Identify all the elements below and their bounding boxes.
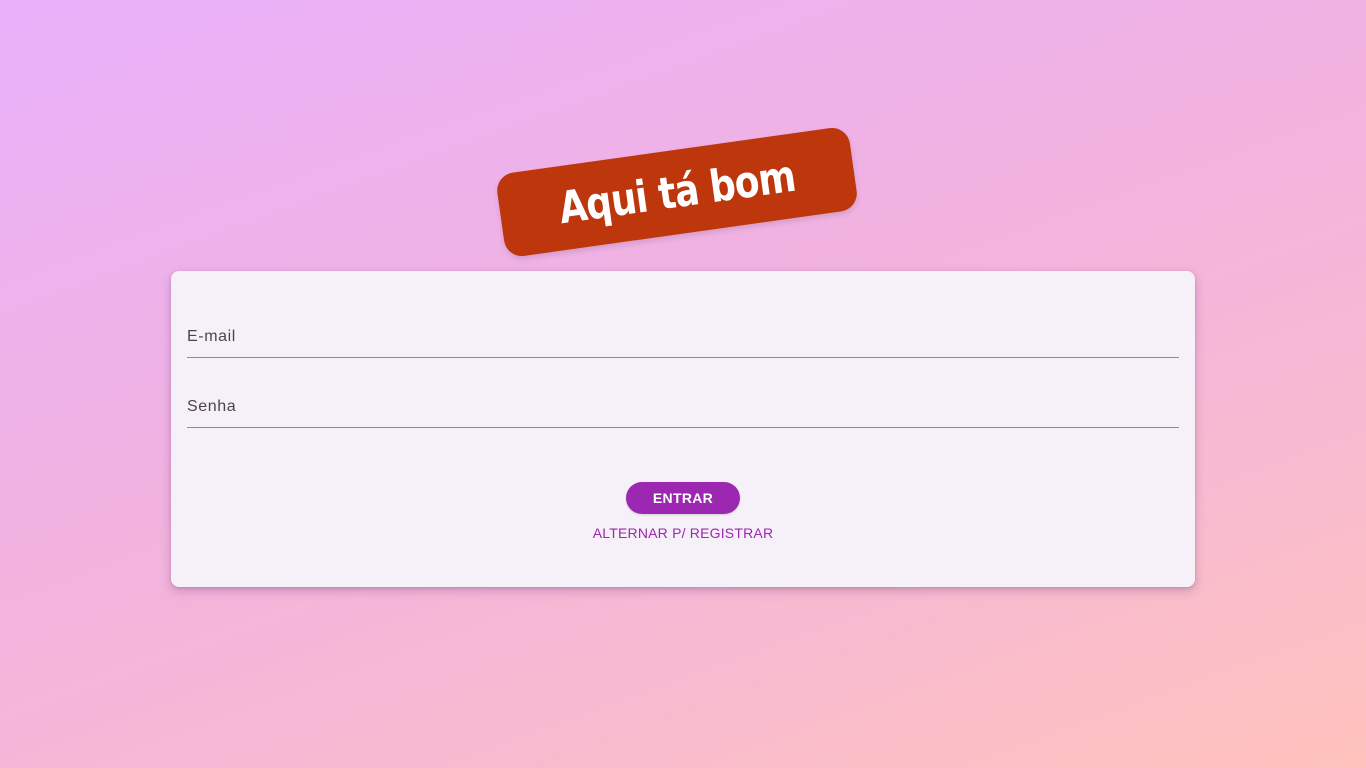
- password-field-container: [187, 387, 1179, 428]
- password-field[interactable]: [187, 387, 1179, 427]
- email-field-container: [187, 317, 1179, 358]
- email-field[interactable]: [187, 317, 1179, 357]
- login-card: ENTRAR ALTERNAR P/ REGISTRAR: [171, 271, 1195, 587]
- toggle-register-link[interactable]: ALTERNAR P/ REGISTRAR: [583, 523, 783, 543]
- login-button[interactable]: ENTRAR: [626, 482, 740, 514]
- logo-text: Aqui tá bom: [555, 150, 799, 234]
- logo-banner: Aqui tá bom: [494, 125, 860, 259]
